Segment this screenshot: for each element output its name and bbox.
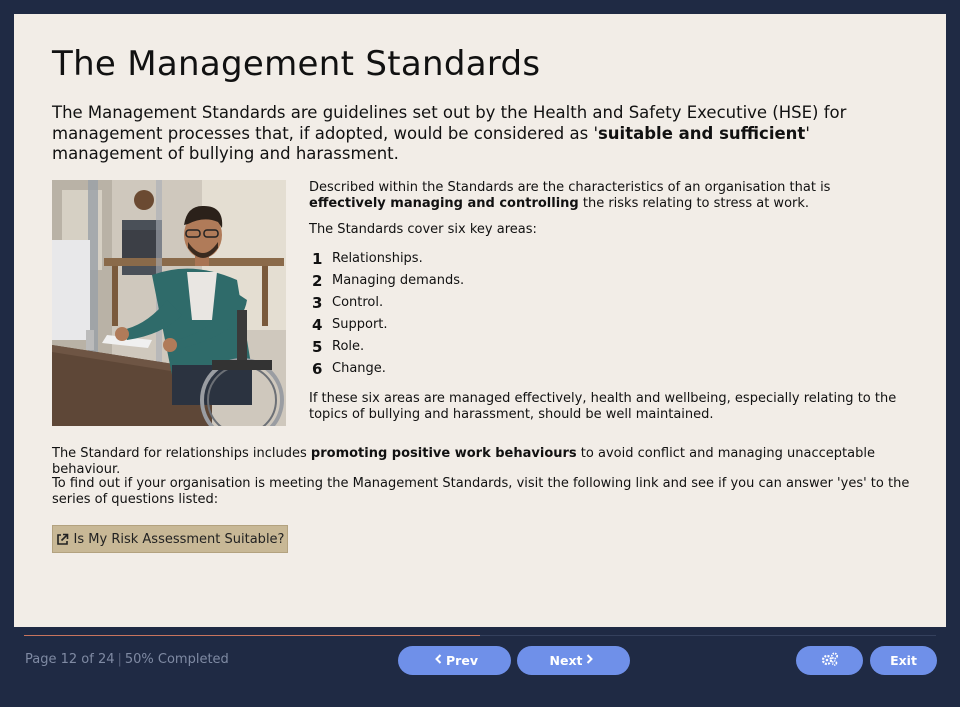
external-link-icon [56,533,69,546]
page-title: The Management Standards [52,44,541,84]
areas-outro: If these six areas are managed effective… [309,391,897,422]
chevron-right-icon [586,653,594,668]
relationships-bold: promoting positive work behaviours [310,446,577,461]
content-panel: The Management Standards The Management … [14,14,946,627]
description-paragraph: Described within the Standards are the c… [309,180,909,212]
completion-status: 50% Completed [124,652,229,667]
prev-label: Prev [446,653,478,668]
area-label: Managing demands. [332,273,465,288]
page-number: Page 12 of 24 [25,652,115,667]
list-item: 2 Managing demands. [309,270,909,292]
area-number: 6 [312,360,323,378]
standards-column: Described within the Standards are the c… [309,180,909,433]
find-out-paragraph: To find out if your organisation is meet… [52,476,910,507]
relationships-paragraph: The Standard for relationships includes … [52,446,932,478]
page-status: Page 12 of 24 | 50% Completed [25,652,229,667]
area-number: 1 [312,250,323,268]
description-bold: effectively managing and controlling [309,196,579,211]
person-at-desk-photo [52,180,286,426]
area-number: 5 [312,338,323,356]
exit-label: Exit [890,653,917,668]
area-number: 3 [312,294,323,312]
progress-fill [24,635,480,636]
area-number: 4 [312,316,323,334]
list-item: 1 Relationships. [309,248,909,270]
risk-assessment-link-button[interactable]: Is My Risk Assessment Suitable? [52,525,288,553]
list-item: 3 Control. [309,292,909,314]
areas-list: 1 Relationships. 2 Managing demands. 3 Cont… [309,248,909,380]
list-item: 5 Role. [309,336,909,358]
intro-bold: suitable and sufficient [597,123,806,143]
chevron-left-icon [435,653,442,668]
gears-icon [821,652,839,669]
area-number: 2 [312,272,323,290]
list-item: 6 Change. [309,358,909,380]
list-item: 4 Support. [309,314,909,336]
settings-button[interactable] [796,646,863,675]
status-separator: | [117,652,122,667]
next-label: Next [549,653,583,668]
link-button-label: Is My Risk Assessment Suitable? [73,531,285,547]
progress-bar [24,635,936,636]
exit-button[interactable]: Exit [870,646,937,675]
area-label: Control. [332,295,384,310]
next-button[interactable]: Next [517,646,630,675]
description-text-end: the risks relating to stress at work. [578,196,810,211]
description-text: Described within the Standards are the c… [309,180,831,195]
area-label: Change. [332,361,386,376]
prev-button[interactable]: Prev [398,646,511,675]
areas-intro: The Standards cover six key areas: [309,222,537,237]
area-label: Relationships. [332,251,423,266]
area-label: Support. [332,317,388,332]
relationships-text: The Standard for relationships includes [52,446,311,461]
intro-paragraph: The Management Standards are guidelines … [52,103,912,165]
area-label: Role. [332,339,365,354]
